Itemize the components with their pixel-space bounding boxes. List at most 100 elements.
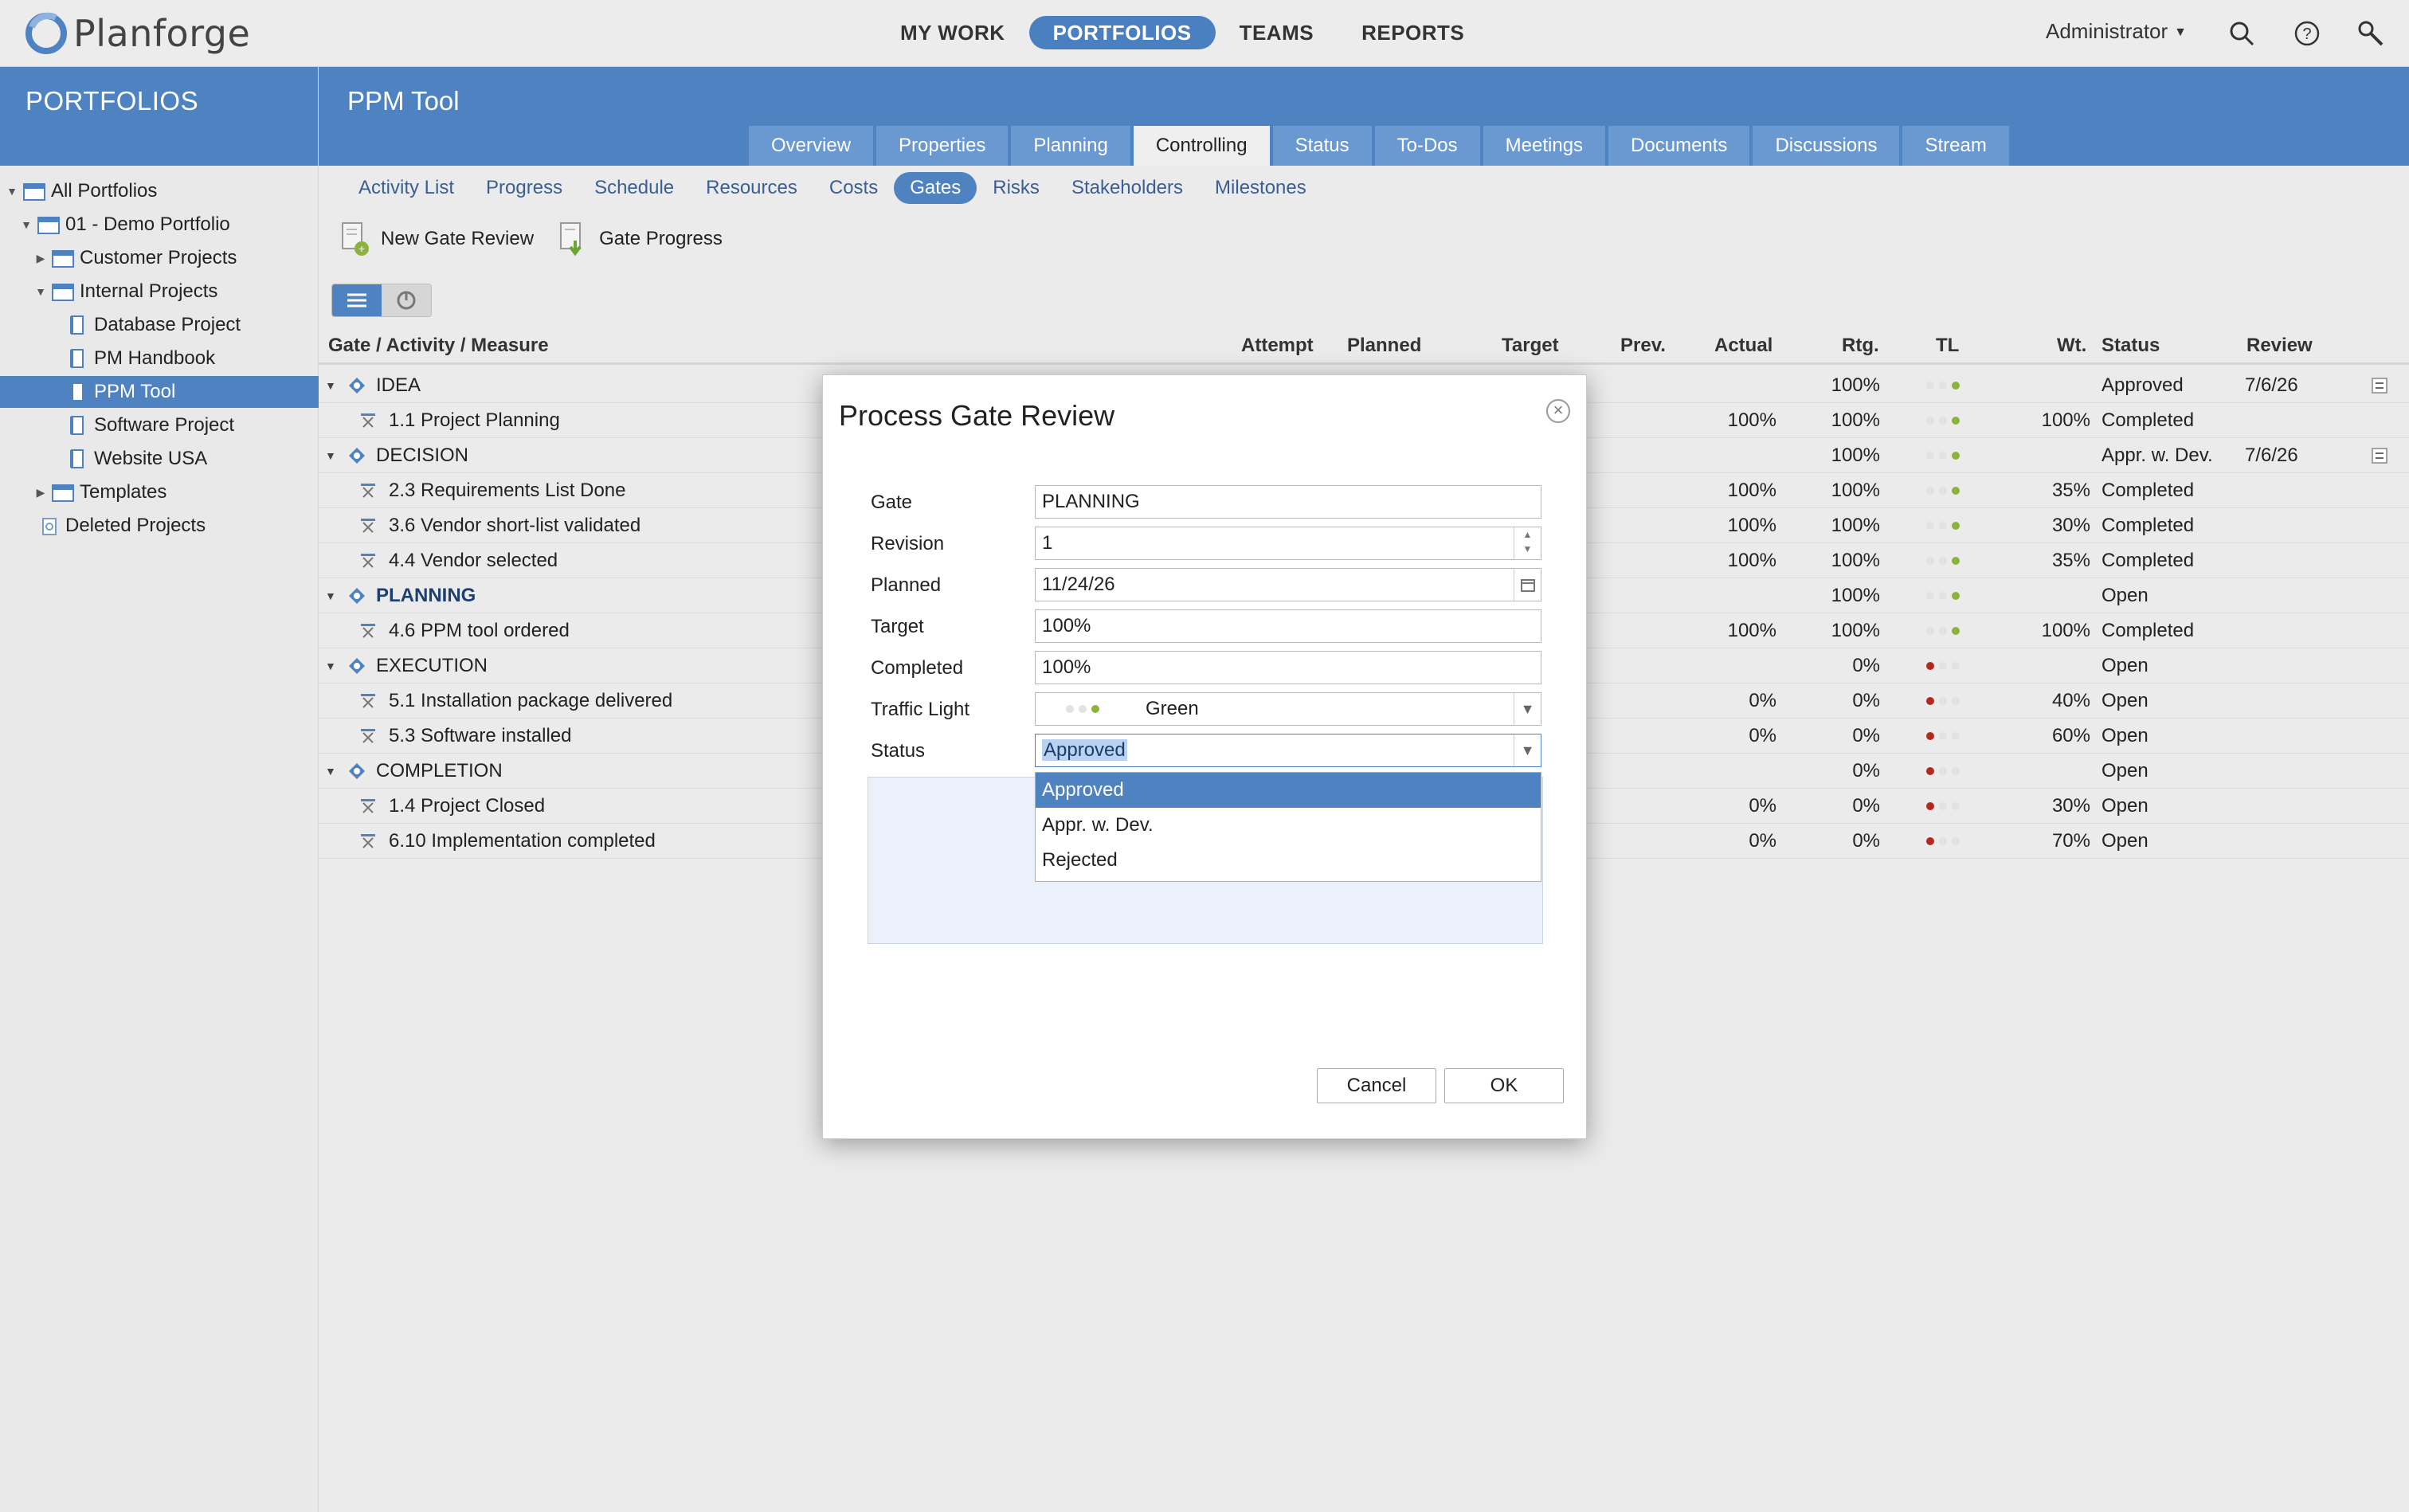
traffic-light-select[interactable]: Green ▼ — [1035, 692, 1541, 726]
name-cell: ▼ DECISION — [325, 438, 468, 473]
traffic-light-icon — [1926, 824, 1960, 859]
activity-icon — [361, 413, 375, 428]
nav-reports[interactable]: REPORTS — [1338, 16, 1488, 49]
close-icon[interactable]: × — [1546, 399, 1570, 423]
row-name: 2.3 Requirements List Done — [389, 480, 626, 501]
tab-meetings[interactable]: Meetings — [1483, 126, 1606, 166]
row-name: COMPLETION — [376, 760, 503, 781]
subtab-costs[interactable]: Costs — [813, 172, 894, 204]
target-field[interactable]: 100% — [1035, 609, 1541, 643]
expand-caret-icon[interactable]: ▼ — [5, 185, 19, 198]
planned-date-field[interactable]: 11/24/26 — [1035, 568, 1541, 601]
tab-discussions[interactable]: Discussions — [1753, 126, 1900, 166]
subtab-resources[interactable]: Resources — [690, 172, 813, 204]
col-actual[interactable]: Actual — [1714, 330, 1772, 362]
nav-teams[interactable]: TEAMS — [1216, 16, 1338, 49]
expand-caret-icon[interactable]: ▼ — [19, 218, 33, 231]
status-option-approved[interactable]: Approved — [1036, 773, 1541, 808]
subtab-activity-list[interactable]: Activity List — [343, 172, 470, 204]
status-option-appr-w-dev[interactable]: Appr. w. Dev. — [1036, 808, 1541, 843]
tree-item[interactable]: ▶ Customer Projects — [0, 242, 319, 274]
gate-field[interactable]: PLANNING — [1035, 485, 1541, 519]
tab-controlling[interactable]: Controlling — [1133, 126, 1270, 166]
completed-field[interactable]: 100% — [1035, 651, 1541, 684]
stepper-up-icon[interactable]: ▲ — [1514, 527, 1541, 542]
expand-caret-icon[interactable]: ▼ — [325, 578, 344, 613]
new-gate-review-button[interactable]: + New Gate Review — [339, 220, 534, 258]
tab-status[interactable]: Status — [1272, 126, 1372, 166]
subtab-milestones[interactable]: Milestones — [1199, 172, 1322, 204]
traffic-light-value: Green — [1146, 698, 1199, 719]
subtab-stakeholders[interactable]: Stakeholders — [1056, 172, 1199, 204]
col-review[interactable]: Review — [2246, 330, 2313, 362]
col-planned[interactable]: Planned — [1347, 330, 1421, 362]
tab-properties[interactable]: Properties — [876, 126, 1009, 166]
new-gate-review-label: New Gate Review — [381, 228, 535, 249]
subtab-gates[interactable]: Gates — [894, 172, 977, 204]
col-rtg[interactable]: Rtg. — [1842, 330, 1879, 362]
status-select[interactable]: Approved ▼ — [1035, 734, 1541, 767]
col-status[interactable]: Status — [2102, 330, 2160, 362]
rating-cell: 0% — [1852, 725, 1880, 746]
status-option-rejected[interactable]: Rejected — [1036, 843, 1541, 878]
list-view-button[interactable] — [332, 284, 382, 316]
search-icon[interactable] — [2227, 19, 2256, 48]
status-cell: Open — [2102, 690, 2149, 711]
expand-caret-icon[interactable]: ▼ — [325, 438, 344, 473]
tree-item[interactable]: ▶ Templates — [0, 476, 319, 508]
name-cell: 5.1 Installation package delivered — [358, 684, 672, 719]
weight-cell — [2007, 578, 2090, 613]
col-tl[interactable]: TL — [1936, 330, 1959, 362]
review-details-icon[interactable] — [2371, 377, 2388, 394]
controlling-subtabs: Activity List Progress Schedule Resources Co… — [343, 172, 1322, 204]
user-menu[interactable]: Administrator ▼ — [2046, 19, 2187, 44]
calendar-icon[interactable] — [1514, 569, 1541, 601]
chevron-down-icon[interactable]: ▼ — [1514, 693, 1541, 725]
tools-icon[interactable] — [2356, 19, 2385, 48]
revision-stepper[interactable]: ▲ ▼ — [1514, 527, 1541, 559]
expand-caret-icon[interactable]: ▼ — [325, 648, 344, 684]
tree-item[interactable]: ▼ Internal Projects — [0, 276, 319, 307]
subtab-progress[interactable]: Progress — [470, 172, 578, 204]
expand-caret-icon[interactable]: ▼ — [33, 285, 48, 298]
app-logo[interactable]: Planforge — [24, 11, 250, 56]
expand-caret-icon[interactable]: ▼ — [325, 754, 344, 789]
col-prev[interactable]: Prev. — [1620, 330, 1666, 362]
col-wt[interactable]: Wt. — [2057, 330, 2086, 362]
nav-portfolios[interactable]: PORTFOLIOS — [1028, 16, 1216, 49]
traffic-light-icon — [1926, 368, 1960, 403]
tab-planning[interactable]: Planning — [1011, 126, 1130, 166]
name-cell: 5.3 Software installed — [358, 719, 571, 754]
collapse-caret-icon[interactable]: ▶ — [33, 252, 48, 265]
subtab-schedule[interactable]: Schedule — [578, 172, 690, 204]
tree-item[interactable]: Software Project — [0, 409, 319, 441]
nav-my-work[interactable]: MY WORK — [876, 16, 1029, 49]
tree-item[interactable]: ▼ 01 - Demo Portfolio — [0, 209, 319, 241]
tree-item[interactable]: Website USA — [0, 443, 319, 475]
collapse-caret-icon[interactable]: ▶ — [33, 486, 48, 499]
col-target[interactable]: Target — [1502, 330, 1559, 362]
tab-stream[interactable]: Stream — [1902, 126, 2009, 166]
chevron-down-icon[interactable]: ▼ — [1514, 734, 1541, 766]
tree-item[interactable]: ▼ All Portfolios — [0, 175, 319, 207]
review-details-icon[interactable] — [2371, 447, 2388, 464]
tree-item[interactable]: Database Project — [0, 309, 319, 341]
tab-documents[interactable]: Documents — [1608, 126, 1750, 166]
subtab-risks[interactable]: Risks — [977, 172, 1056, 204]
tab-overview[interactable]: Overview — [749, 126, 874, 166]
tree-item[interactable]: PM Handbook — [0, 343, 319, 374]
tree-item[interactable]: PPM Tool — [0, 376, 319, 408]
col-name[interactable]: Gate / Activity / Measure — [328, 330, 549, 362]
gate-progress-button[interactable]: Gate Progress — [558, 220, 723, 258]
actual-cell: 100% — [1727, 515, 1776, 536]
revision-field[interactable]: 1 ▲ ▼ — [1035, 527, 1541, 560]
expand-caret-icon[interactable]: ▼ — [325, 368, 344, 403]
col-attempt[interactable]: Attempt — [1241, 330, 1314, 362]
tab-to-dos[interactable]: To-Dos — [1374, 126, 1480, 166]
ok-button[interactable]: OK — [1444, 1068, 1564, 1103]
help-icon[interactable]: ? — [2293, 19, 2321, 48]
tree-item[interactable]: Deleted Projects — [0, 510, 319, 542]
stepper-down-icon[interactable]: ▼ — [1514, 542, 1541, 556]
chart-view-button[interactable] — [382, 284, 431, 316]
cancel-button[interactable]: Cancel — [1317, 1068, 1436, 1103]
